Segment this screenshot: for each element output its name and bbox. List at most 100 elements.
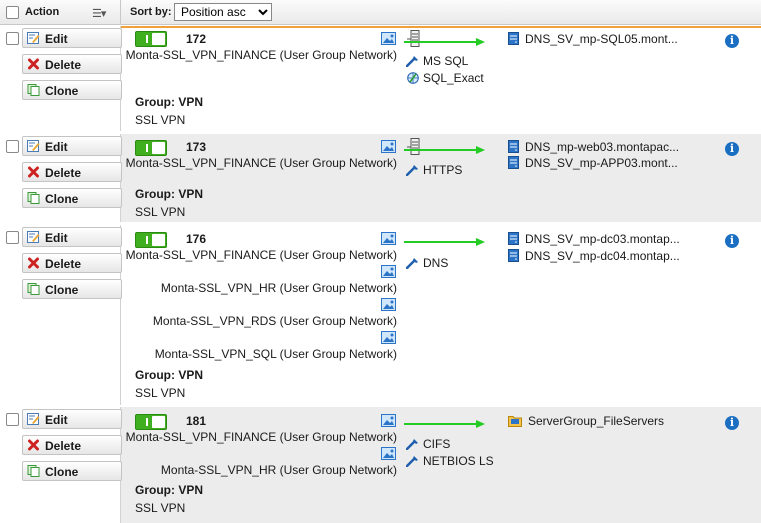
delete-icon	[27, 257, 40, 269]
action-cell: Edit Delete Clone	[0, 225, 122, 405]
edit-label: Edit	[45, 413, 68, 427]
destination-label: DNS_SV_mp-APP03.mont...	[525, 156, 678, 170]
row-checkbox[interactable]	[6, 32, 19, 45]
rule-enabled-toggle[interactable]	[135, 414, 167, 430]
info-icon[interactable]: i	[725, 34, 739, 48]
info-icon[interactable]: i	[725, 142, 739, 156]
edit-button[interactable]: Edit	[22, 409, 122, 429]
destination-label: DNS_SV_mp-dc04.montap...	[525, 249, 680, 263]
wrench-icon	[406, 257, 420, 269]
edit-label: Edit	[45, 32, 68, 46]
destination-item[interactable]: ServerGroup_FileServers	[508, 414, 664, 428]
rule-position: 176	[186, 232, 207, 246]
rule-enabled-toggle[interactable]	[135, 232, 167, 248]
flow-arrow-icon	[404, 237, 486, 247]
server-icon	[508, 32, 519, 45]
edit-icon	[27, 231, 40, 243]
server-icon	[508, 140, 519, 153]
destination-item[interactable]: DNS_SV_mp-APP03.mont...	[508, 156, 678, 170]
destination-label: DNS_SV_mp-dc03.montap...	[525, 232, 680, 246]
edit-icon	[27, 140, 40, 152]
clone-label: Clone	[45, 465, 79, 479]
action-column-header: Action ☰▾	[0, 0, 121, 24]
rule-enabled-toggle[interactable]	[135, 140, 167, 156]
flow-arrow-icon	[404, 37, 486, 47]
action-header-label: Action	[25, 6, 60, 18]
edit-button[interactable]: Edit	[22, 227, 122, 247]
service-item[interactable]: SQL_Exact	[406, 71, 484, 85]
row-checkbox[interactable]	[6, 231, 19, 244]
service-label: NETBIOS LS	[423, 454, 494, 468]
source-network[interactable]: Monta-SSL_VPN_FINANCE (User Group Networ…	[126, 430, 397, 444]
rule-position: 172	[186, 32, 207, 46]
delete-label: Delete	[45, 257, 82, 271]
destination-item[interactable]: DNS_SV_mp-SQL05.mont...	[508, 32, 678, 46]
clone-label: Clone	[45, 192, 79, 206]
clone-button[interactable]: Clone	[22, 188, 122, 208]
info-icon[interactable]: i	[725, 234, 739, 248]
edit-icon	[27, 413, 40, 425]
row-checkbox[interactable]	[6, 140, 19, 153]
rule-enabled-toggle[interactable]	[135, 31, 167, 47]
edit-label: Edit	[45, 231, 68, 245]
delete-button[interactable]: Delete	[22, 54, 122, 74]
rule-row: Edit Delete Clone 172 Monta-SSL_VPN_FINA…	[0, 26, 761, 131]
service-item[interactable]: MS SQL	[406, 54, 468, 68]
rule-row: Edit Delete Clone 181 Monta-SSL_VPN_FINA…	[0, 407, 761, 523]
source-network[interactable]: Monta-SSL_VPN_HR (User Group Network)	[161, 281, 397, 295]
group-label: Group: VPN	[135, 187, 203, 201]
globe-icon	[406, 72, 420, 84]
clone-button[interactable]: Clone	[22, 80, 122, 100]
clone-button[interactable]: Clone	[22, 279, 122, 299]
destination-item[interactable]: DNS_SV_mp-dc03.montap...	[508, 232, 680, 246]
group-label: Group: VPN	[135, 483, 203, 497]
source-network[interactable]: Monta-SSL_VPN_FINANCE (User Group Networ…	[126, 48, 397, 62]
wrench-icon	[406, 455, 420, 467]
group-label: Group: VPN	[135, 368, 203, 382]
group-value: SSL VPN	[135, 501, 186, 515]
service-item[interactable]: CIFS	[406, 437, 450, 451]
info-icon[interactable]: i	[725, 416, 739, 430]
delete-button[interactable]: Delete	[22, 253, 122, 273]
destination-item[interactable]: DNS_SV_mp-dc04.montap...	[508, 249, 680, 263]
wrench-icon	[406, 438, 420, 450]
network-picture-icon	[381, 232, 396, 245]
delete-button[interactable]: Delete	[22, 162, 122, 182]
server-icon	[508, 156, 519, 169]
group-value: SSL VPN	[135, 113, 186, 127]
service-item[interactable]: DNS	[406, 256, 448, 270]
clone-label: Clone	[45, 84, 79, 98]
service-item[interactable]: HTTPS	[406, 163, 462, 177]
rule-position: 181	[186, 414, 207, 428]
service-item[interactable]: NETBIOS LS	[406, 454, 494, 468]
wrench-icon	[406, 164, 420, 176]
action-cell: Edit Delete Clone	[0, 134, 122, 222]
row-checkbox[interactable]	[6, 413, 19, 426]
service-label: HTTPS	[423, 163, 463, 177]
network-picture-icon	[381, 414, 396, 427]
clone-button[interactable]: Clone	[22, 461, 122, 481]
table-header: Action ☰▾ Sort by: Position asc	[0, 0, 761, 25]
clone-icon	[27, 84, 40, 96]
server-group-icon	[508, 414, 522, 427]
delete-button[interactable]: Delete	[22, 435, 122, 455]
edit-button[interactable]: Edit	[22, 136, 122, 156]
source-network[interactable]: Monta-SSL_VPN_HR (User Group Network)	[161, 463, 397, 477]
destination-label: DNS_SV_mp-SQL05.mont...	[525, 32, 678, 46]
edit-button[interactable]: Edit	[22, 28, 122, 48]
source-network[interactable]: Monta-SSL_VPN_RDS (User Group Network)	[153, 314, 397, 328]
network-picture-icon	[381, 140, 396, 153]
column-menu-icon[interactable]: ☰▾	[92, 7, 106, 20]
destination-item[interactable]: DNS_mp-web03.montapac...	[508, 140, 679, 154]
select-all-checkbox[interactable]	[6, 6, 19, 19]
delete-label: Delete	[45, 58, 82, 72]
source-network[interactable]: Monta-SSL_VPN_FINANCE (User Group Networ…	[126, 248, 397, 262]
flow-arrow-icon	[404, 419, 486, 429]
group-label: Group: VPN	[135, 95, 203, 109]
source-network[interactable]: Monta-SSL_VPN_FINANCE (User Group Networ…	[126, 156, 397, 170]
sort-by-select[interactable]: Position asc	[174, 3, 272, 21]
source-network[interactable]: Monta-SSL_VPN_SQL (User Group Network)	[155, 347, 397, 361]
action-cell: Edit Delete Clone	[0, 407, 122, 523]
network-picture-icon	[381, 32, 396, 45]
rule-row: Edit Delete Clone 173 Monta-SSL_VPN_FINA…	[0, 134, 761, 222]
